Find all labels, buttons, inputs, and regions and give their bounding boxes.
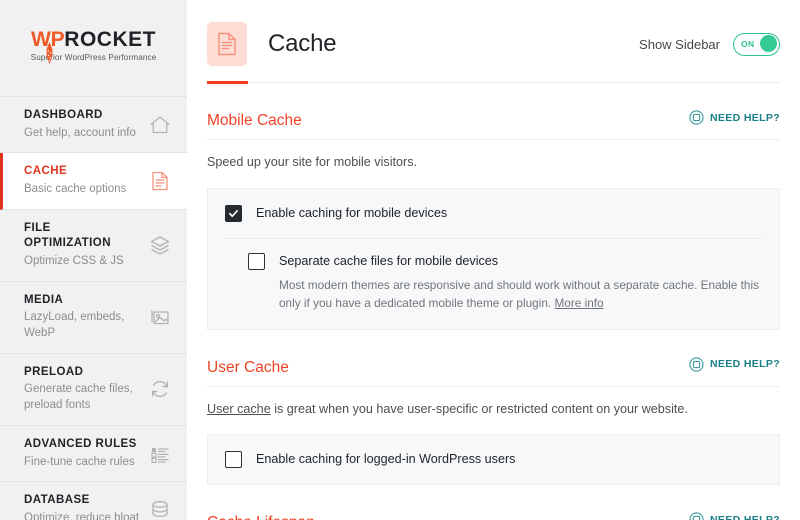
lifebuoy-icon xyxy=(689,356,704,372)
sidebar-item-subtitle: Optimize CSS & JS xyxy=(24,254,124,267)
checkbox-enable-logged-in-caching[interactable] xyxy=(225,451,242,469)
sidebar-item-dashboard[interactable]: DASHBOARD Get help, account info xyxy=(0,97,187,154)
rocket-flame-icon xyxy=(46,41,53,64)
page-header-icon-wrap xyxy=(207,22,247,66)
home-icon xyxy=(150,116,170,133)
section-cache-lifespan: Cache Lifespan NEED HELP? xyxy=(207,485,780,520)
more-info-link[interactable]: More info xyxy=(554,296,603,310)
option-label: Enable caching for mobile devices xyxy=(256,205,448,220)
toggle-state-label: ON xyxy=(741,39,755,49)
logo-brand-secondary: ROCKET xyxy=(64,27,156,51)
image-icon xyxy=(151,310,169,325)
need-help-label: NEED HELP? xyxy=(709,111,780,124)
section-user-cache: User Cache NEED HELP? User cache is grea… xyxy=(207,330,780,486)
option-row-enable-logged-in-caching: Enable caching for logged-in WordPress u… xyxy=(208,435,779,484)
section-title: Mobile Cache xyxy=(207,112,302,129)
layers-icon xyxy=(150,236,170,255)
checkbox-separate-mobile-cache[interactable] xyxy=(248,252,265,270)
show-sidebar-label: Show Sidebar xyxy=(639,36,720,52)
section-description-rest: is great when you have user-specific or … xyxy=(270,401,688,416)
section-mobile-cache: Mobile Cache NEED HELP? Speed up your si… xyxy=(207,83,780,330)
sidebar-item-title: ADVANCED RULES xyxy=(24,438,137,451)
checkmark-icon xyxy=(229,209,238,217)
section-description: User cache is great when you have user-s… xyxy=(207,387,780,435)
mobile-cache-options-panel: Enable caching for mobile devices Separa… xyxy=(207,187,780,330)
section-description: Speed up your site for mobile visitors. xyxy=(207,155,417,169)
list-icon xyxy=(151,447,169,463)
sidebar-item-subtitle: Optimize, reduce bloat xyxy=(24,512,140,520)
settings-body: Mobile Cache NEED HELP? Speed up your si… xyxy=(187,83,800,520)
sidebar-item-subtitle: Basic cache options xyxy=(24,182,127,195)
option-label: Enable caching for logged-in WordPress u… xyxy=(256,452,516,467)
section-title: User Cache xyxy=(207,358,289,376)
document-icon xyxy=(218,32,236,56)
need-help-button[interactable]: NEED HELP? xyxy=(689,512,780,520)
show-sidebar-toggle[interactable]: ON xyxy=(733,32,780,56)
checkbox-enable-mobile-caching[interactable] xyxy=(225,204,242,222)
sidebar-item-preload[interactable]: PRELOAD Generate cache files, preload fo… xyxy=(0,354,187,427)
sidebar-item-cache[interactable]: CACHE Basic cache options xyxy=(0,153,187,210)
page-header: Cache Show Sidebar ON xyxy=(187,0,800,66)
sidebar-item-title: DATABASE xyxy=(24,494,90,507)
sidebar-item-file-optimization[interactable]: FILE OPTIMIZATION Optimize CSS & JS xyxy=(0,210,187,282)
option-label: Separate cache files for mobile devices xyxy=(279,253,499,268)
need-help-button[interactable]: NEED HELP? xyxy=(689,356,780,372)
header-actions: Show Sidebar ON xyxy=(639,32,780,56)
option-help-text: Most modern themes are responsive and sh… xyxy=(279,276,762,313)
lifebuoy-icon xyxy=(689,110,704,125)
content-panel: Cache Show Sidebar ON Mobile Cache NEED … xyxy=(187,0,800,520)
page-title: Cache xyxy=(268,30,337,57)
refresh-icon xyxy=(151,381,169,398)
sidebar-item-title: PRELOAD xyxy=(24,365,84,378)
sidebar-item-title: DASHBOARD xyxy=(24,109,103,121)
section-title: Cache Lifespan xyxy=(207,514,315,520)
need-help-label: NEED HELP? xyxy=(709,513,780,520)
sidebar-item-media[interactable]: MEDIA LazyLoad, embeds, WebP xyxy=(0,282,187,354)
need-help-label: NEED HELP? xyxy=(709,358,780,371)
sidebar-item-title: FILE OPTIMIZATION xyxy=(24,221,111,250)
sidebar-item-title: MEDIA xyxy=(24,293,64,306)
sidebar-item-database[interactable]: DATABASE Optimize, reduce bloat xyxy=(0,482,187,520)
active-tab-underline xyxy=(207,81,780,84)
toggle-knob xyxy=(760,35,777,52)
sidebar-item-advanced-rules[interactable]: ADVANCED RULES Fine-tune cache rules xyxy=(0,426,187,483)
need-help-button[interactable]: NEED HELP? xyxy=(689,110,780,125)
sidebar-item-title: CACHE xyxy=(24,165,68,178)
sidebar-item-subtitle: Get help, account info xyxy=(24,126,136,139)
lifebuoy-icon xyxy=(689,512,704,520)
sidebar-nav: DASHBOARD Get help, account info CACHE B… xyxy=(0,96,187,520)
sidebar-item-subtitle: Fine-tune cache rules xyxy=(24,455,135,468)
option-row-separate-mobile-cache: Separate cache files for mobile devices … xyxy=(208,239,779,329)
sidebar-item-subtitle: Generate cache files, preload fonts xyxy=(24,383,133,412)
brand-logo: WPROCKET Superior WordPress Performance xyxy=(0,0,187,96)
option-help-body: Most modern themes are responsive and sh… xyxy=(279,277,760,311)
document-icon xyxy=(152,171,168,191)
user-cache-options-panel: Enable caching for logged-in WordPress u… xyxy=(207,434,780,486)
sidebar-item-subtitle: LazyLoad, embeds, WebP xyxy=(24,311,125,340)
option-row-enable-mobile-caching: Enable caching for mobile devices xyxy=(208,189,779,238)
wp-rocket-settings-page: WPROCKET Superior WordPress Performance … xyxy=(0,0,800,520)
database-icon xyxy=(152,501,168,518)
user-cache-link[interactable]: User cache xyxy=(207,402,271,416)
sidebar: WPROCKET Superior WordPress Performance … xyxy=(0,0,187,520)
